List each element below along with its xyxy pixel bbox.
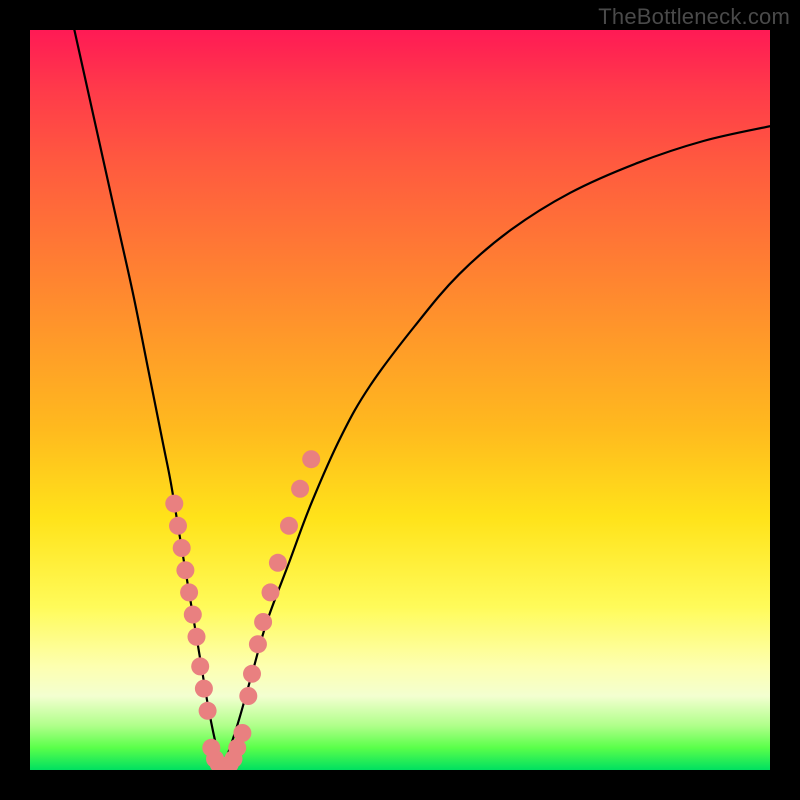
marker-dot — [302, 450, 320, 468]
marker-dot — [188, 628, 206, 646]
series-curve-right — [222, 126, 770, 770]
marker-dot — [191, 657, 209, 675]
plot-area — [30, 30, 770, 770]
marker-dot — [184, 606, 202, 624]
marker-dot — [262, 583, 280, 601]
curve-layer — [30, 30, 770, 770]
marker-dot — [199, 702, 217, 720]
markers-right-cluster — [239, 450, 320, 705]
marker-dot — [173, 539, 191, 557]
marker-dot — [269, 554, 287, 572]
watermark-text: TheBottleneck.com — [598, 4, 790, 30]
marker-dot — [249, 635, 267, 653]
marker-dot — [254, 613, 272, 631]
marker-dot — [169, 517, 187, 535]
marker-dot — [291, 480, 309, 498]
marker-dot — [165, 495, 183, 513]
marker-dot — [180, 583, 198, 601]
marker-dot — [243, 665, 261, 683]
outer-frame: TheBottleneck.com — [0, 0, 800, 800]
marker-dot — [280, 517, 298, 535]
marker-dot — [176, 561, 194, 579]
marker-dot — [239, 687, 257, 705]
markers-bottom-cluster — [202, 724, 251, 770]
markers-left-cluster — [165, 495, 216, 720]
marker-dot — [233, 724, 251, 742]
marker-dot — [195, 680, 213, 698]
